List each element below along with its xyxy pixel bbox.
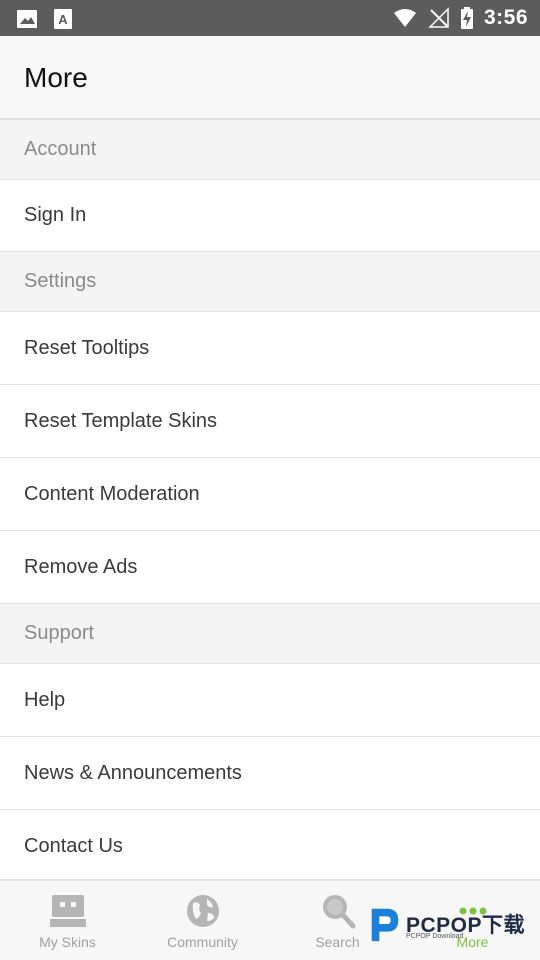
status-clock: 3:56 bbox=[483, 6, 528, 29]
nav-community[interactable]: Community bbox=[135, 881, 270, 960]
news-announcements-item[interactable]: News & Announcements bbox=[0, 737, 540, 810]
section-header-settings: Settings bbox=[0, 252, 540, 312]
sign-in-item[interactable]: Sign In bbox=[0, 180, 540, 252]
reset-tooltips-item[interactable]: Reset Tooltips bbox=[0, 312, 540, 385]
section-header-support: Support bbox=[0, 604, 540, 664]
search-icon bbox=[322, 895, 355, 929]
watermark-subtext: PCPOP Download bbox=[406, 933, 464, 940]
battery-charging-icon bbox=[460, 7, 473, 29]
reset-template-skins-item[interactable]: Reset Template Skins bbox=[0, 385, 540, 458]
image-icon bbox=[17, 10, 37, 28]
no-signal-icon bbox=[428, 7, 449, 28]
wifi-icon bbox=[393, 9, 416, 27]
section-header-account: Account bbox=[0, 120, 540, 180]
text-app-icon: A bbox=[54, 9, 72, 29]
status-bar-right: 3:56 bbox=[392, 6, 528, 30]
status-bar: A 3:56 bbox=[0, 0, 540, 36]
content-moderation-item[interactable]: Content Moderation bbox=[0, 458, 540, 531]
status-bar-left: A bbox=[16, 8, 74, 30]
app-bar: More bbox=[0, 36, 540, 120]
globe-icon bbox=[186, 895, 219, 927]
svg-text:A: A bbox=[58, 12, 68, 27]
nav-community-label: Community bbox=[167, 934, 238, 950]
nav-my-skins-label: My Skins bbox=[39, 934, 96, 950]
page-title: More bbox=[24, 62, 88, 93]
remove-ads-item[interactable]: Remove Ads bbox=[0, 531, 540, 604]
contact-us-item[interactable]: Contact Us bbox=[0, 810, 540, 883]
settings-list: Account Sign In Settings Reset Tooltips … bbox=[0, 120, 540, 883]
watermark: PCPOP下载 PCPOP Download bbox=[366, 903, 536, 947]
skin-icon bbox=[49, 895, 86, 927]
nav-my-skins[interactable]: My Skins bbox=[0, 881, 135, 960]
help-item[interactable]: Help bbox=[0, 664, 540, 737]
watermark-logo-icon bbox=[371, 908, 399, 942]
screen: A 3:56 More Account Sign In Settings Res… bbox=[0, 0, 540, 960]
